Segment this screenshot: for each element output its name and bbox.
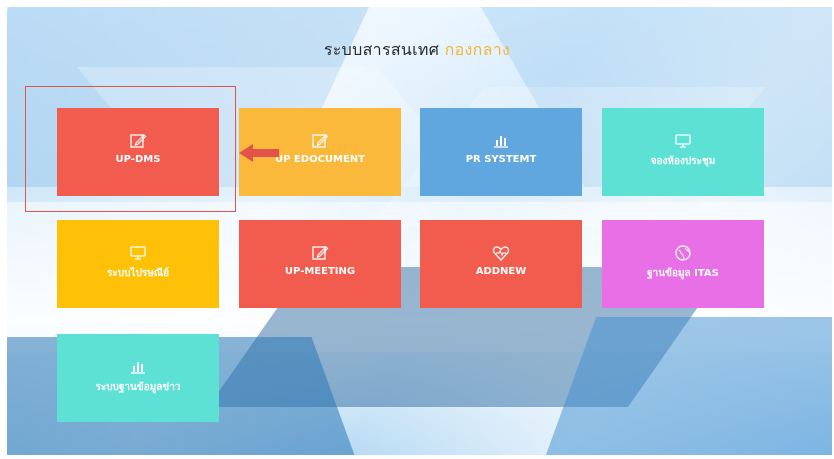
edit-icon <box>312 246 329 260</box>
tile-label: จองห้องประชุม <box>650 156 716 167</box>
monitor-icon <box>675 134 691 148</box>
arrow-left-icon <box>239 144 279 162</box>
tile-up-meeting[interactable]: UP-MEETING <box>239 220 408 315</box>
tile-label: ADDNEW <box>475 266 527 277</box>
tile-addnew[interactable]: ADDNEW <box>420 220 589 315</box>
bar-chart-icon <box>131 362 145 374</box>
edit-icon <box>312 134 329 148</box>
title-accent: กองกลาง <box>444 40 511 59</box>
tile-label: ฐานข้อมูล ITAS <box>647 268 719 279</box>
page: ระบบสารสนเทศ กองกลาง UP-DMS UP EDOCUMENT… <box>0 0 834 459</box>
title-main: ระบบสารสนเทศ <box>323 40 440 59</box>
tile-label: PR SYSTEMT <box>465 154 537 165</box>
highlight-box <box>25 86 236 212</box>
bar-chart-icon <box>494 136 508 148</box>
tile-postal-system[interactable]: ระบบไปรษณีย์ <box>57 220 226 315</box>
tile-itas-database[interactable]: ฐานข้อมูล ITAS <box>602 220 771 315</box>
monitor-icon <box>130 246 146 260</box>
page-title: ระบบสารสนเทศ กองกลาง <box>0 38 834 63</box>
globe-icon <box>675 245 691 261</box>
heartbeat-icon <box>492 246 510 261</box>
tile-label: UP-MEETING <box>284 266 356 277</box>
tile-meeting-room-booking[interactable]: จองห้องประชุม <box>602 108 771 203</box>
tile-pr-systemt[interactable]: PR SYSTEMT <box>420 108 589 203</box>
tile-label: ระบบฐานข้อมูลข่าว <box>95 382 181 393</box>
tile-label: ระบบไปรษณีย์ <box>107 268 169 279</box>
tile-news-database[interactable]: ระบบฐานข้อมูลข่าว <box>57 334 226 429</box>
